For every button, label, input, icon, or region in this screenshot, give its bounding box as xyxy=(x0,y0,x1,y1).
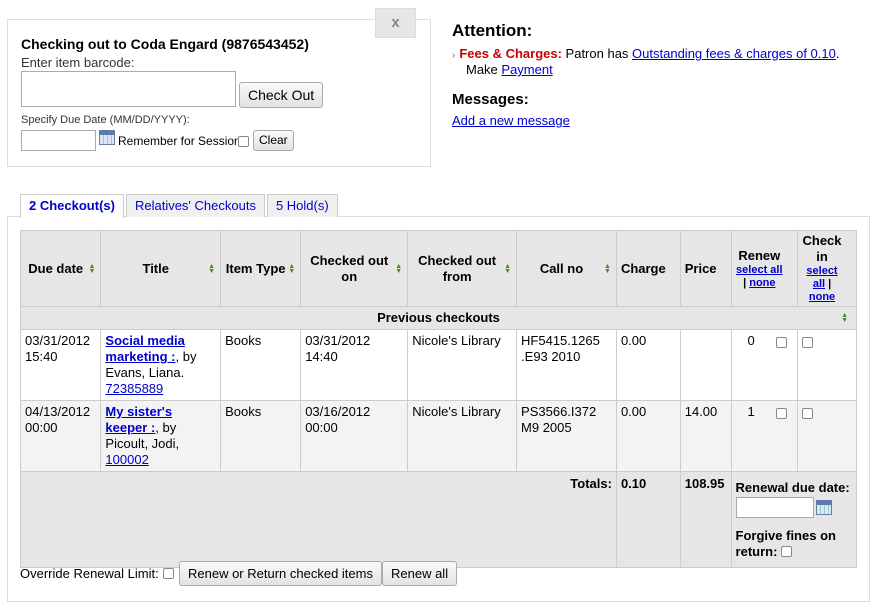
call-no-cell: PS3566.I372 M9 2005 xyxy=(516,400,617,472)
renew-return-button[interactable]: Renew or Return checked items xyxy=(179,561,382,586)
header-check-in: Check in select all | none xyxy=(797,230,857,307)
forgive-fines-row: Forgive fines on return: xyxy=(736,528,852,560)
header-checked-out-from[interactable]: Checked out from ▲ ▼ xyxy=(407,230,518,307)
totals-row: Totals: 0.10 108.95 Renewal due date: Fo… xyxy=(20,471,858,568)
checkout-title: Checking out to Coda Engard (9876543452) xyxy=(21,36,309,52)
totals-label: Totals: xyxy=(20,471,617,568)
checkouts-table: Due date ▲ ▼ Title ▲ ▼ Item Type ▲ ▼ Checked o… xyxy=(19,230,858,568)
tab-bar: 2 Checkout(s) Relatives' Checkouts 5 Hol… xyxy=(20,194,340,218)
header-title[interactable]: Title ▲ ▼ xyxy=(100,230,222,307)
calendar-icon[interactable] xyxy=(99,130,115,145)
remember-session-checkbox[interactable] xyxy=(238,136,249,147)
sort-icon: ▲ ▼ xyxy=(288,262,296,275)
due-date-cell: 04/13/2012 00:00 xyxy=(19,400,102,472)
fees-text: Patron has xyxy=(561,46,633,61)
renew-select-none-link[interactable]: none xyxy=(749,277,775,289)
checkin-select-all-link[interactable]: select all xyxy=(806,265,837,290)
check-out-button[interactable]: Check Out xyxy=(239,82,324,108)
header-price: Price xyxy=(679,230,732,307)
sort-icon: ▲ ▼ xyxy=(604,262,611,275)
charge-cell: 0.00 xyxy=(615,329,681,401)
table-header-row: Due date ▲ ▼ Title ▲ ▼ Item Type ▲ ▼ Checked o… xyxy=(19,230,857,307)
calendar-icon[interactable] xyxy=(815,500,832,515)
renewal-due-input[interactable] xyxy=(735,497,814,518)
make-text: Make xyxy=(466,62,502,77)
close-icon[interactable]: x xyxy=(375,8,416,38)
renew-checkbox[interactable] xyxy=(775,337,787,348)
price-cell: 14.00 xyxy=(679,400,732,472)
sort-icon: ▲ ▼ xyxy=(504,262,512,275)
barcode-label: Enter item barcode: xyxy=(21,55,135,70)
checkin-cell xyxy=(797,329,857,401)
header-call-no[interactable]: Call no ▲ ▼ xyxy=(516,230,617,307)
checkin-select-none-link[interactable]: none xyxy=(809,291,835,303)
barcode-input[interactable] xyxy=(21,71,236,107)
remember-session-label: Remember for Session: xyxy=(118,134,245,148)
override-renewal-label: Override Renewal Limit: xyxy=(20,566,159,581)
add-message-link[interactable]: Add a new message xyxy=(452,113,570,128)
due-date-label: Specify Due Date (MM/DD/YYYY): xyxy=(21,114,190,126)
table-row: 03/31/2012 15:40 Social media marketing … xyxy=(19,329,857,401)
charge-cell: 0.00 xyxy=(615,400,681,472)
renew-checkbox[interactable] xyxy=(775,408,787,419)
fees-label: Fees & Charges: xyxy=(459,46,562,61)
item-type-cell: Books xyxy=(220,329,302,401)
override-renewal-checkbox[interactable] xyxy=(163,568,174,579)
renew-cell: 0 xyxy=(730,329,799,401)
renewal-due-label: Renewal due date: xyxy=(735,480,850,495)
header-renew: Renew select all | none xyxy=(730,230,799,307)
messages-title: Messages: xyxy=(452,91,529,108)
checked-out-on-cell: 03/16/2012 00:00 xyxy=(300,400,409,472)
checked-out-from-cell: Nicole's Library xyxy=(407,400,518,472)
header-checked-out-on[interactable]: Checked out on ▲ ▼ xyxy=(300,230,409,307)
due-date-cell: 03/31/2012 15:40 xyxy=(19,329,102,401)
renew-cell: 1 xyxy=(730,400,799,472)
clear-button[interactable]: Clear xyxy=(253,130,294,151)
checkin-checkbox[interactable] xyxy=(802,408,814,419)
sort-icon: ▲ ▼ xyxy=(88,262,96,275)
checkin-cell xyxy=(797,400,857,472)
sort-icon: ▲ ▼ xyxy=(395,262,403,275)
renew-select-all-link[interactable]: select all xyxy=(736,264,782,276)
tab-holds[interactable]: 5 Hold(s) xyxy=(266,194,338,217)
item-type-cell: Books xyxy=(220,400,302,472)
payment-line: Make Payment xyxy=(466,62,553,77)
fees-end: . xyxy=(835,46,840,61)
tab-relatives-checkouts[interactable]: Relatives' Checkouts xyxy=(125,194,265,217)
forgive-fines-checkbox[interactable] xyxy=(781,546,793,557)
title-cell: My sister's keeper :, by Picoult, Jodi, 1… xyxy=(100,400,222,472)
group-row: Previous checkouts ▲ ▼ xyxy=(20,306,857,330)
previous-checkouts-label[interactable]: Previous checkouts ▲ ▼ xyxy=(20,306,857,330)
checkin-checkbox[interactable] xyxy=(802,337,814,348)
title-cell: Social media marketing :, by Evans, Lian… xyxy=(100,329,222,401)
checked-out-from-cell: Nicole's Library xyxy=(407,329,518,401)
checked-out-on-cell: 03/31/2012 14:40 xyxy=(300,329,409,401)
due-date-input[interactable] xyxy=(21,130,96,151)
payment-link[interactable]: Payment xyxy=(501,62,552,77)
title-link[interactable]: Social media marketing : xyxy=(105,333,184,364)
header-due-date[interactable]: Due date ▲ ▼ xyxy=(19,230,102,307)
barcode-link[interactable]: 72385889 xyxy=(105,381,163,396)
attention-title: Attention: xyxy=(452,21,533,40)
header-item-type[interactable]: Item Type ▲ ▼ xyxy=(220,230,302,307)
price-cell xyxy=(679,329,732,401)
totals-charge: 0.10 xyxy=(615,471,681,568)
renewal-options-cell: Renewal due date: Forgive fines on retur… xyxy=(730,471,858,568)
sort-icon: ▲ ▼ xyxy=(841,312,848,324)
barcode-link[interactable]: 100002 xyxy=(105,452,148,467)
bullet-icon: › xyxy=(452,50,456,61)
outstanding-fees-link[interactable]: Outstanding fees & charges of 0.10 xyxy=(632,46,836,61)
call-no-cell: HF5415.1265 .E93 2010 xyxy=(516,329,617,401)
table-row: 04/13/2012 00:00 My sister's keeper :, b… xyxy=(19,400,857,472)
totals-price: 108.95 xyxy=(679,471,732,568)
header-charge: Charge xyxy=(615,230,681,307)
renew-all-button[interactable]: Renew all xyxy=(382,561,458,586)
tab-checkouts[interactable]: 2 Checkout(s) xyxy=(20,194,124,218)
sort-icon: ▲ ▼ xyxy=(208,262,216,275)
